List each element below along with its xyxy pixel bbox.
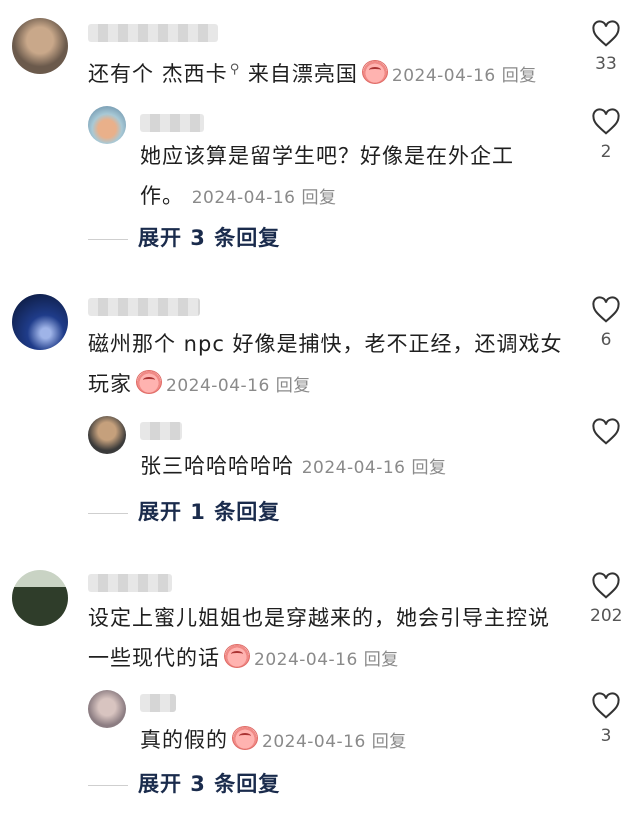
like-count: 3 [600, 726, 612, 746]
avatar[interactable] [12, 294, 68, 350]
heart-icon [592, 572, 620, 599]
like-button[interactable] [590, 418, 622, 446]
comment-text: 真的假的 2024-04-16 回复 [140, 726, 407, 752]
username-blurred[interactable] [88, 24, 218, 42]
comment-text: 还有个 杰西卡 ⚲ 来自漂亮国 2024-04-16 回复 [88, 60, 537, 86]
comment-text: 设定上蜜儿姐姐也是穿越来的，她会引导主控说一些现代的话 2024-04-16 回复 [88, 606, 550, 670]
heart-icon [592, 418, 620, 445]
username-blurred[interactable] [140, 694, 176, 712]
shocked-emoji-icon [232, 726, 258, 750]
like-count: 33 [595, 54, 617, 74]
blushing-emoji-icon [224, 644, 250, 668]
like-count: 2 [600, 142, 612, 162]
comment: 还有个 杰西卡 ⚲ 来自漂亮国 2024-04-16 回复 33 [0, 0, 640, 90]
laughing-emoji-icon [136, 370, 162, 394]
comment-text: 磁州那个 npc 好像是捕快，老不正经，还调戏女玩家 2024-04-16 回复 [88, 332, 563, 396]
expand-replies-button[interactable]: 展开 1 条回复 [88, 496, 280, 526]
reply-button[interactable]: 回复 [364, 650, 399, 670]
reply-comment: 张三哈哈哈哈哈 2024-04-16 回复 展开 1 条回复 [0, 412, 640, 532]
username-blurred[interactable] [88, 298, 200, 316]
like-count: 202 [590, 606, 623, 626]
comment: 磁州那个 npc 好像是捕快，老不正经，还调戏女玩家 2024-04-16 回复 6 [0, 290, 640, 400]
comment: 设定上蜜儿姐姐也是穿越来的，她会引导主控说一些现代的话 2024-04-16 回复 … [0, 562, 640, 672]
like-button[interactable]: 6 [590, 296, 622, 350]
like-button[interactable]: 3 [590, 692, 622, 746]
username-blurred[interactable] [140, 422, 182, 440]
expand-replies-button[interactable]: 展开 3 条回复 [88, 222, 280, 252]
comment-text: 张三哈哈哈哈哈 2024-04-16 回复 [140, 454, 447, 478]
like-button[interactable]: 33 [590, 20, 622, 74]
search-highlight-link[interactable]: 杰西卡 [162, 62, 228, 86]
comment-text: 她应该算是留学生吧？好像是在外企工作。 2024-04-16 回复 [140, 144, 514, 208]
like-button[interactable]: 202 [590, 572, 622, 626]
comment-date: 2024-04-16 [301, 458, 406, 478]
search-icon: ⚲ [229, 62, 241, 77]
like-count: 6 [600, 330, 612, 350]
comment-date: 2024-04-16 [166, 376, 270, 396]
username-blurred[interactable] [88, 574, 172, 592]
comment-date: 2024-04-16 [262, 732, 366, 752]
comment-date: 2024-04-16 [391, 66, 496, 86]
avatar[interactable] [12, 18, 68, 74]
crying-emoji-icon [361, 60, 388, 84]
heart-icon [592, 296, 620, 323]
avatar[interactable] [88, 106, 126, 144]
reply-button[interactable]: 回复 [502, 66, 537, 86]
comment-date: 2024-04-16 [191, 188, 296, 208]
reply-comment: 她应该算是留学生吧？好像是在外企工作。 2024-04-16 回复 2 展开 3 … [0, 100, 640, 260]
heart-icon [592, 108, 620, 135]
reply-button[interactable]: 回复 [372, 732, 407, 752]
heart-icon [592, 692, 620, 719]
like-button[interactable]: 2 [590, 108, 622, 162]
reply-comment: 真的假的 2024-04-16 回复 3 展开 3 条回复 [0, 688, 640, 813]
reply-button[interactable]: 回复 [276, 376, 311, 396]
avatar[interactable] [88, 690, 126, 728]
heart-icon [592, 20, 620, 47]
reply-button[interactable]: 回复 [411, 458, 446, 478]
avatar[interactable] [12, 570, 68, 626]
comment-date: 2024-04-16 [254, 650, 358, 670]
avatar[interactable] [88, 416, 126, 454]
expand-replies-button[interactable]: 展开 3 条回复 [88, 768, 280, 798]
username-blurred[interactable] [140, 114, 204, 132]
reply-button[interactable]: 回复 [301, 188, 336, 208]
